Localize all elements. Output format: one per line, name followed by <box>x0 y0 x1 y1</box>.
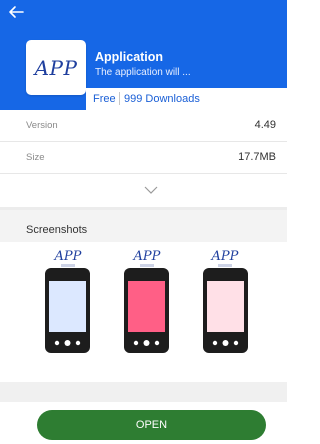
size-row: Size 17.7MB <box>0 142 287 174</box>
screenshots-title: Screenshots <box>26 224 88 236</box>
chevron-down-icon[interactable] <box>144 186 158 195</box>
price-label: Free <box>93 93 116 105</box>
size-value: 17.7MB <box>238 151 276 163</box>
info-separator <box>119 92 120 105</box>
phone-screen <box>128 281 165 332</box>
screenshot-logo-text: APP <box>54 249 82 264</box>
version-value: 4.49 <box>254 119 276 131</box>
open-button[interactable]: OPEN <box>37 410 266 440</box>
phone-buttons-icon <box>54 340 81 346</box>
phone-screen <box>207 281 244 332</box>
phone-buttons-icon <box>133 340 160 346</box>
back-arrow-icon[interactable] <box>6 3 26 21</box>
screenshot-thumbnail-1[interactable] <box>45 268 90 353</box>
screenshot-logo-text: APP <box>133 249 161 264</box>
screenshot-logo-3: APP <box>201 250 249 267</box>
version-label: Version <box>26 120 58 131</box>
screenshot-logo-2: APP <box>123 250 171 267</box>
logo-caption-mark <box>218 264 232 267</box>
screenshot-thumbnail-3[interactable] <box>203 268 248 353</box>
phone-buttons-icon <box>212 340 239 346</box>
app-subtitle: The application will ... <box>95 67 191 78</box>
logo-caption-mark <box>61 264 75 267</box>
screenshot-logo-text: APP <box>211 249 239 264</box>
logo-caption-mark <box>140 264 154 267</box>
app-logo-text: APP <box>34 55 78 80</box>
screenshot-logo-1: APP <box>44 250 92 267</box>
size-label: Size <box>26 152 45 163</box>
app-title: Application <box>95 50 164 64</box>
app-icon: APP <box>26 40 86 95</box>
phone-screen <box>49 281 86 332</box>
downloads-count: 999 Downloads <box>124 93 200 105</box>
version-row: Version 4.49 <box>0 110 287 142</box>
section-divider <box>0 382 287 402</box>
screenshot-thumbnail-2[interactable] <box>124 268 169 353</box>
